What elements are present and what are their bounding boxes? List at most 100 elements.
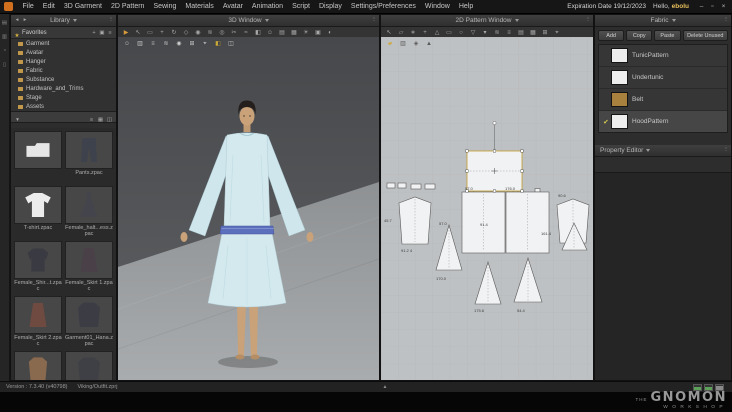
library-item[interactable]: Female_Skirt 1.zpac — [65, 241, 113, 293]
history-tab-icon[interactable]: ◔ — [0, 46, 9, 56]
snap-toggle-icon[interactable]: ⌖ — [551, 28, 563, 38]
internal-line-tool-icon[interactable]: ≡ — [503, 28, 515, 38]
pattern-info-icon[interactable]: ◈ — [410, 39, 422, 49]
library-item[interactable]: Garment01_Hana.zpac — [65, 296, 113, 348]
menu-item-sewing[interactable]: Sewing — [149, 3, 181, 10]
object-browser-tab-icon[interactable]: ▤ — [0, 18, 9, 28]
menu-item-file[interactable]: File — [18, 3, 38, 10]
library-menu-icon[interactable]: ≡ — [106, 28, 114, 38]
panel-menu-icon[interactable]: ⋮ — [107, 15, 115, 26]
property-editor-header[interactable]: Property Editor ⋮ — [595, 145, 731, 157]
grading-icon[interactable]: ▤ — [515, 28, 527, 38]
show-gizmo-icon[interactable]: ⌖ — [199, 39, 211, 49]
library-item[interactable]: T-shirt.zpac — [14, 186, 62, 238]
sort-icon[interactable]: ◫ — [105, 115, 114, 125]
scene-tab-icon[interactable]: ▥ — [0, 32, 9, 42]
sewing-tool-icon[interactable]: ≋ — [204, 28, 216, 38]
rotate-tool-icon[interactable]: ↻ — [168, 28, 180, 38]
simulate-icon[interactable]: ▶ — [120, 28, 132, 38]
open-folder-icon[interactable]: ▣ — [98, 28, 106, 38]
box-select-tool-icon[interactable]: ▭ — [144, 28, 156, 38]
paste-fabric-button[interactable]: Paste — [654, 30, 681, 41]
viewport-3d[interactable]: ☺ ▥ ≡ ≋ ◉ ⊞ ⌖ ◧ ◫ — [118, 37, 379, 380]
scale-tool-icon[interactable]: ◇ — [180, 28, 192, 38]
pattern-piece-front-bodice[interactable] — [461, 188, 506, 254]
library-item[interactable]: Garment02_Hana.zpac — [14, 351, 62, 380]
pin-tool-icon[interactable]: ◉ — [192, 28, 204, 38]
library-tree-item-substance[interactable]: Substance — [11, 75, 116, 84]
pattern-folder-icon[interactable]: ▰ — [384, 39, 396, 49]
list-view-icon[interactable]: ≡ — [87, 115, 96, 125]
show-avatar-icon[interactable]: ☺ — [121, 39, 133, 49]
notch-tool-icon[interactable]: ▾ — [479, 28, 491, 38]
library-item[interactable]: Female_halt...ess.zpac — [65, 186, 113, 238]
menu-item-display[interactable]: Display — [314, 3, 346, 10]
show-garment-icon[interactable]: ▥ — [134, 39, 146, 49]
panel-menu-icon[interactable]: ⋮ — [370, 15, 378, 26]
menu-item-2d-pattern[interactable]: 2D Pattern — [106, 3, 148, 10]
texture-editor-icon[interactable]: ▦ — [527, 28, 539, 38]
camera-icon[interactable]: ▣ — [312, 28, 324, 38]
menu-item-window[interactable]: Window — [420, 3, 454, 10]
library-item[interactable]: Garment03_Hana.zpac — [65, 351, 113, 380]
move-tool-icon[interactable]: + — [156, 28, 168, 38]
rotate-handle[interactable] — [492, 121, 497, 125]
back-icon[interactable]: ◂ — [13, 15, 21, 26]
show-fit-map-icon[interactable]: ◫ — [225, 39, 237, 49]
light-icon[interactable]: ☀ — [300, 28, 312, 38]
rectangle-tool-icon[interactable]: ▭ — [443, 28, 455, 38]
tack-tool-icon[interactable]: ◎ — [216, 28, 228, 38]
show-grid-icon[interactable]: ⊞ — [186, 39, 198, 49]
show-internal-lines-icon[interactable]: ≡ — [147, 39, 159, 49]
maximize-button[interactable]: ▫ — [707, 2, 718, 12]
menu-item-materials[interactable]: Materials — [181, 3, 218, 10]
transform-pattern-icon[interactable]: ↖ — [383, 28, 395, 38]
pattern-panel-header[interactable]: 2D Pattern Window ⋮ — [381, 15, 593, 27]
avatar-display-icon[interactable]: ☺ — [264, 28, 276, 38]
pattern-mesh-icon[interactable]: ▲ — [423, 39, 435, 49]
library-panel-header[interactable]: ◂ ▸ Library ⋮ — [11, 15, 116, 27]
library-tree-item-avatar[interactable]: Avatar — [11, 48, 116, 57]
grid-toggle-icon[interactable]: ⊞ — [539, 28, 551, 38]
select-tool-icon[interactable]: ↖ — [132, 28, 144, 38]
render-icon[interactable]: ◐ — [324, 28, 336, 38]
fold-arrangement-icon[interactable]: ◧ — [252, 28, 264, 38]
thumbnail-view-icon[interactable]: ▦ — [96, 115, 105, 125]
add-point-icon[interactable]: + — [419, 28, 431, 38]
circle-tool-icon[interactable]: ○ — [455, 28, 467, 38]
pattern-canvas[interactable]: ▰ ▥ ◈ ▲ 45.7 91.2 4 57.0 176.0 91.4 57.0 170.0 161… — [381, 37, 593, 380]
delete-unused-button[interactable]: Delete Unused — [682, 30, 729, 41]
add-fabric-button[interactable]: Add — [598, 30, 625, 41]
close-button[interactable]: × — [718, 2, 729, 12]
viewport-panel-header[interactable]: 3D Window ⋮ — [118, 15, 379, 27]
edit-pattern-icon[interactable]: ▱ — [395, 28, 407, 38]
library-item[interactable]: Pants.zpac — [65, 131, 113, 183]
edit-point-icon[interactable]: ∗ — [407, 28, 419, 38]
library-item[interactable]: Female_Skirt 2.zpac — [14, 296, 62, 348]
texture-display-icon[interactable]: ▦ — [288, 28, 300, 38]
panel-menu-icon[interactable]: ⋮ — [584, 15, 592, 26]
forward-icon[interactable]: ▸ — [21, 15, 29, 26]
library-item[interactable]: Female_Shir...t.zpac — [14, 241, 62, 293]
menu-item-animation[interactable]: Animation — [247, 3, 287, 10]
fabric-panel-header[interactable]: Fabric ⋮ — [595, 15, 731, 27]
menu-item-avatar[interactable]: Avatar — [218, 3, 247, 10]
menu-item-help[interactable]: Help — [454, 3, 477, 10]
menu-item-settings-preferences[interactable]: Settings/Preferences — [346, 3, 420, 10]
pattern-piece-small-strips[interactable] — [386, 182, 436, 190]
garment-display-icon[interactable]: ▤ — [276, 28, 288, 38]
fabric-item-tunicpattern[interactable]: TunicPattern — [599, 45, 727, 67]
show-strain-map-icon[interactable]: ◧ — [212, 39, 224, 49]
fabric-item-undertunic[interactable]: Undertunic — [599, 67, 727, 89]
library-tree-item-garment[interactable]: Garment — [11, 39, 116, 48]
bookmark-tab-icon[interactable]: ▯ — [0, 60, 9, 70]
copy-fabric-button[interactable]: Copy — [626, 30, 653, 41]
scissors-tool-icon[interactable]: ✂ — [228, 28, 240, 38]
library-tree-item-fabric[interactable]: Fabric — [11, 66, 116, 75]
panel-menu-icon[interactable]: ⋮ — [722, 145, 730, 156]
show-seamlines-icon[interactable]: ≋ — [160, 39, 172, 49]
menu-item-script[interactable]: Script — [288, 3, 315, 10]
panel-menu-icon[interactable]: ⋮ — [722, 15, 730, 26]
collapse-panel-icon[interactable]: ▲ — [379, 382, 391, 392]
menu-item-3d-garment[interactable]: 3D Garment — [59, 3, 106, 10]
